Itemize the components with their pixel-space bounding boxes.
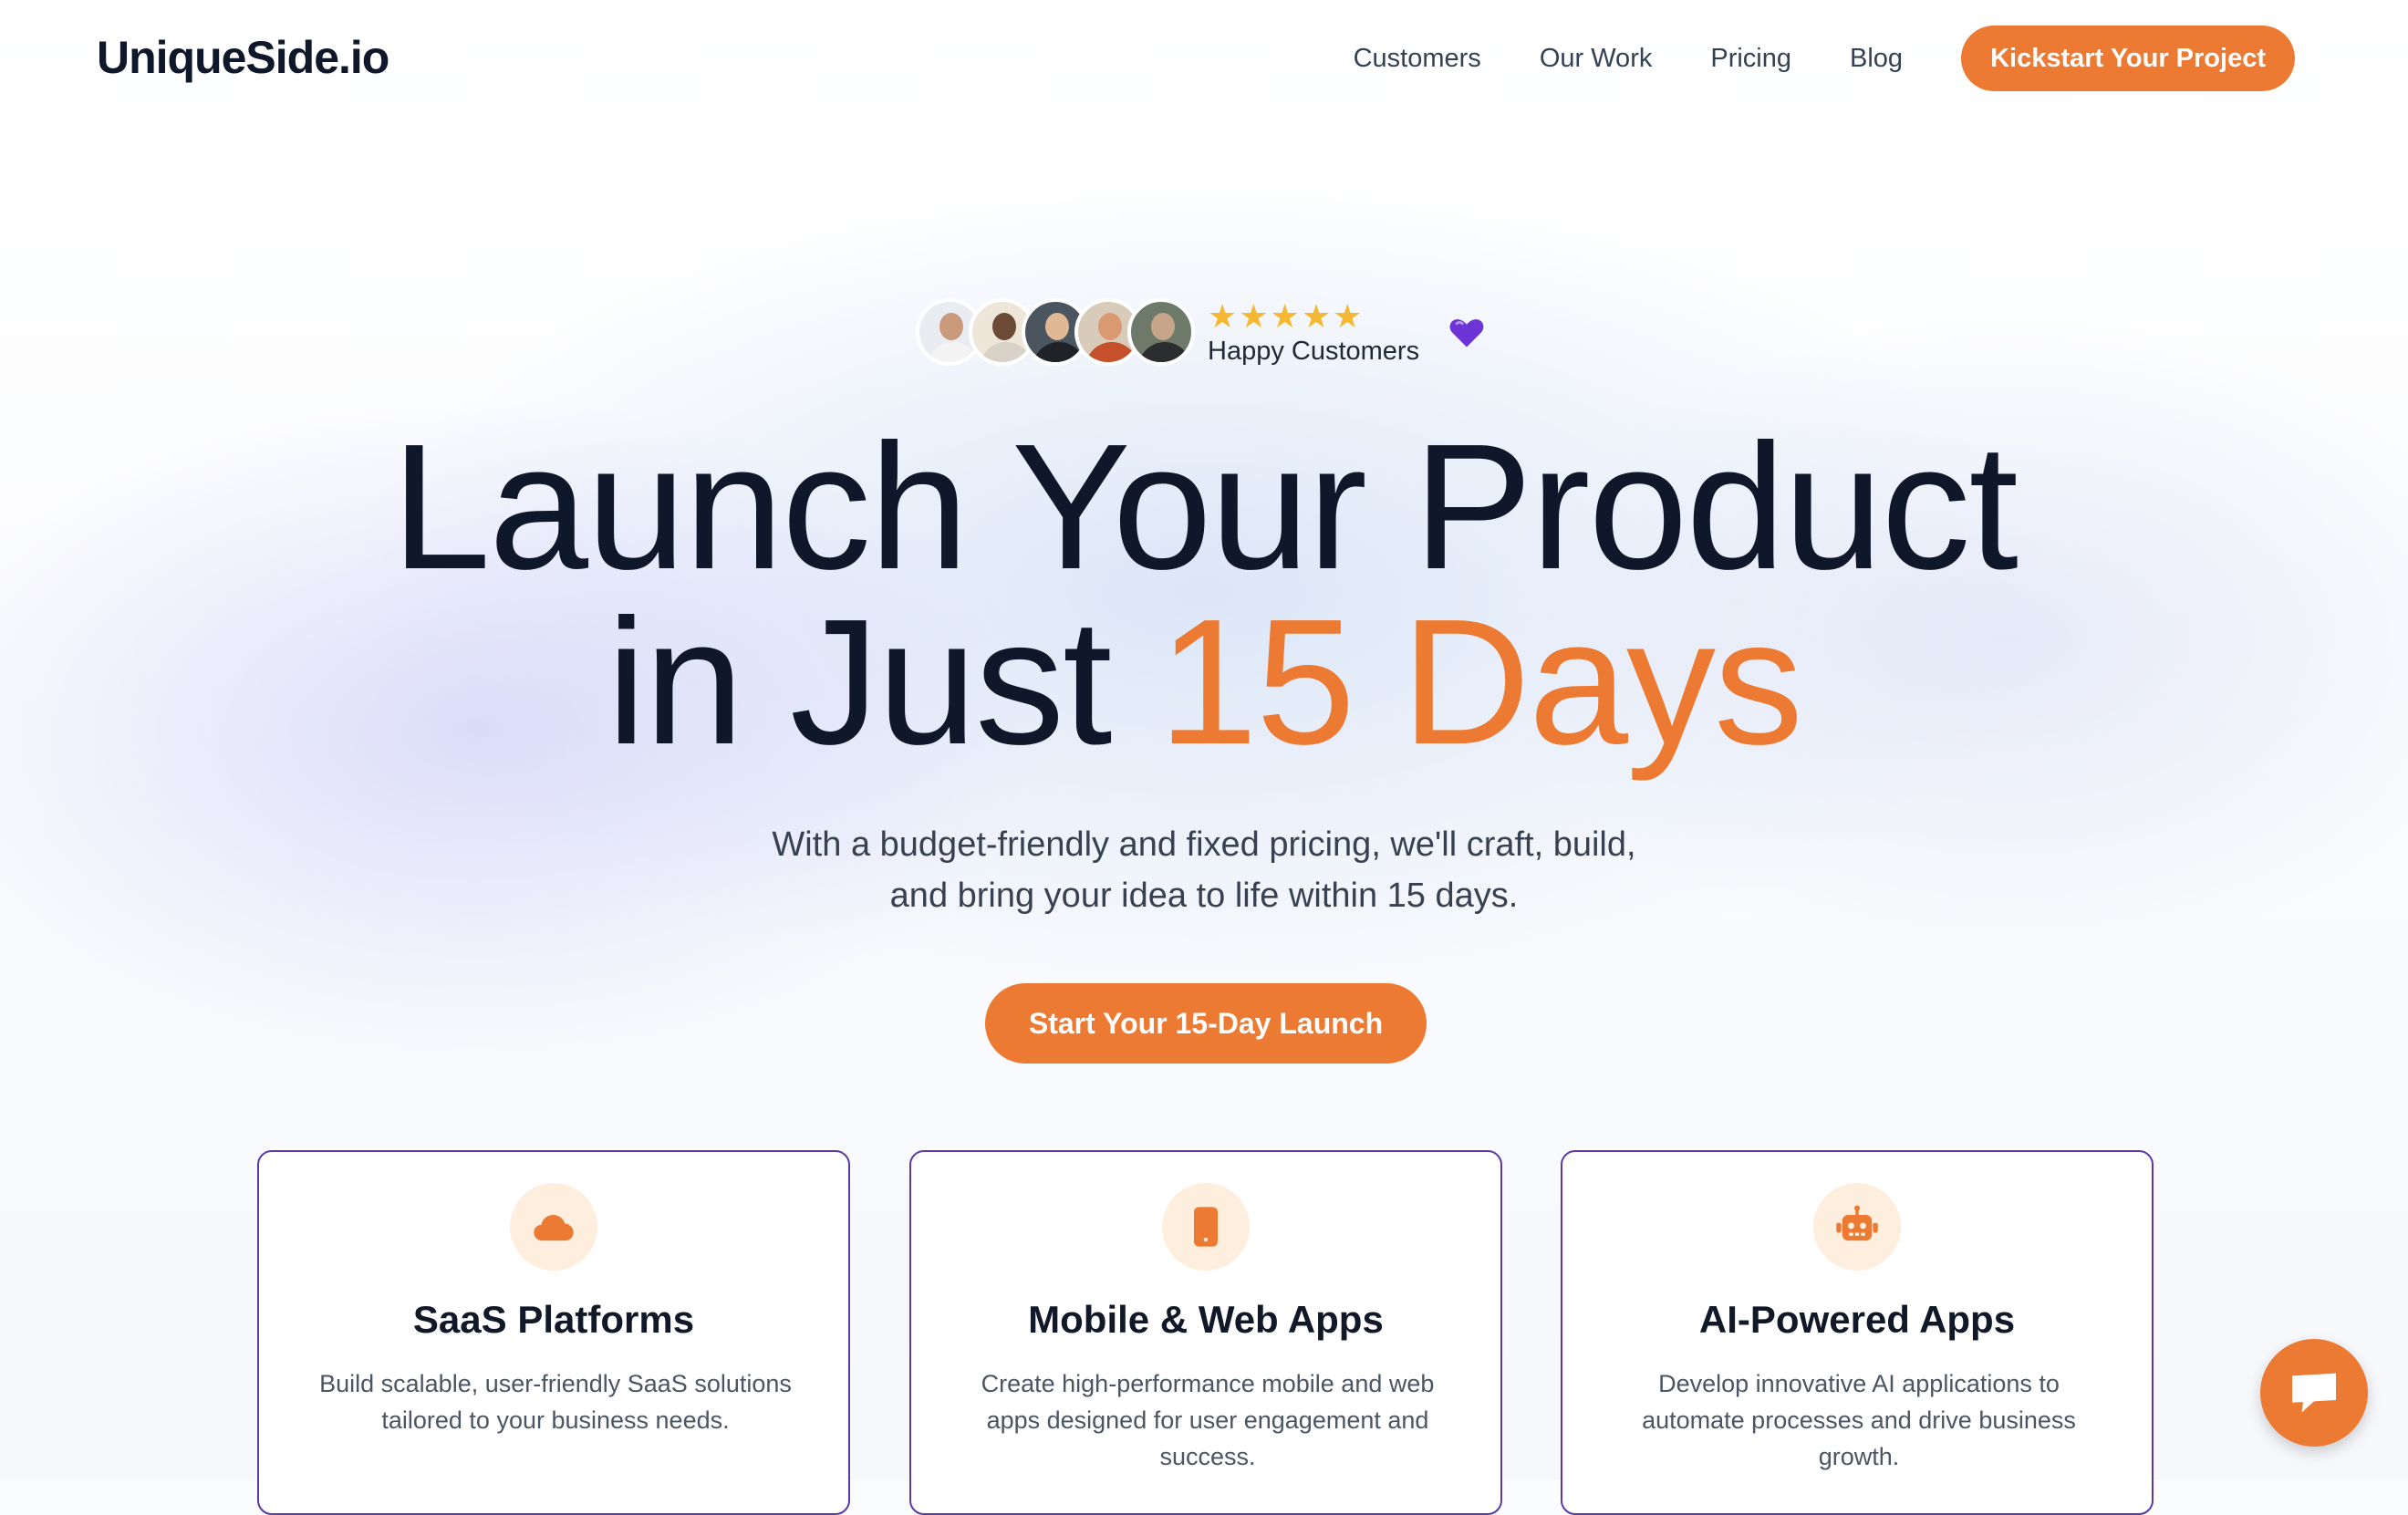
nav-link-pricing[interactable]: Pricing <box>1710 44 1791 74</box>
social-proof: ★★★★★ Happy Customers <box>916 294 1487 370</box>
customer-avatars <box>916 298 1195 366</box>
card-title: SaaS Platforms <box>412 1298 695 1341</box>
mobile-icon <box>1162 1183 1250 1271</box>
card-description: Build scalable, user-friendly SaaS solut… <box>319 1370 792 1434</box>
main-nav: Customers Our Work Pricing Blog Kickstar… <box>1295 26 2295 91</box>
logo[interactable]: UniqueSide.io <box>97 31 389 84</box>
hero-title-accent: 15 Days <box>1157 582 1803 782</box>
card-title: AI-Powered Apps <box>1698 1298 2016 1341</box>
heart-icon <box>1449 319 1484 348</box>
rating-block: ★★★★★ Happy Customers <box>1208 296 1420 367</box>
hero-subtitle-line1: With a budget-friendly and fixed pricing… <box>772 825 1636 864</box>
hero-title-line2-prefix: in Just <box>607 582 1158 782</box>
service-card-mobile-web[interactable]: Mobile & Web Apps Create high-performanc… <box>909 1150 1502 1515</box>
card-title: Mobile & Web Apps <box>1028 1298 1384 1341</box>
nav-link-customers[interactable]: Customers <box>1354 44 1481 74</box>
nav-link-blog[interactable]: Blog <box>1850 44 1903 74</box>
start-launch-button[interactable]: Start Your 15-Day Launch <box>985 983 1427 1064</box>
chat-icon <box>2292 1373 2336 1413</box>
hero-subtitle: With a budget-friendly and fixed pricing… <box>657 819 1751 921</box>
hero-title-line1: Launch Your Product <box>391 407 2019 607</box>
nav-link-our-work[interactable]: Our Work <box>1540 44 1653 74</box>
card-description: Create high-performance mobile and web a… <box>981 1370 1435 1470</box>
kickstart-project-button[interactable]: Kickstart Your Project <box>1961 26 2295 91</box>
service-card-ai[interactable]: AI-Powered Apps Develop innovative AI ap… <box>1561 1150 2154 1515</box>
avatar <box>1127 298 1195 366</box>
service-card-saas[interactable]: SaaS Platforms Build scalable, user-frie… <box>257 1150 850 1515</box>
hero-subtitle-line2: and bring your idea to life within 15 da… <box>889 877 1519 915</box>
cloud-icon <box>510 1183 597 1271</box>
robot-icon <box>1813 1183 1901 1271</box>
hero-title: Launch Your Product in Just 15 Days <box>0 418 2408 772</box>
chat-widget-button[interactable] <box>2260 1339 2368 1447</box>
star-rating-icon: ★★★★★ <box>1208 296 1365 335</box>
card-description: Develop innovative AI applications to au… <box>1642 1370 2076 1470</box>
site-header: UniqueSide.io Customers Our Work Pricing… <box>0 0 2408 120</box>
happy-customers-label: Happy Customers <box>1208 336 1420 366</box>
